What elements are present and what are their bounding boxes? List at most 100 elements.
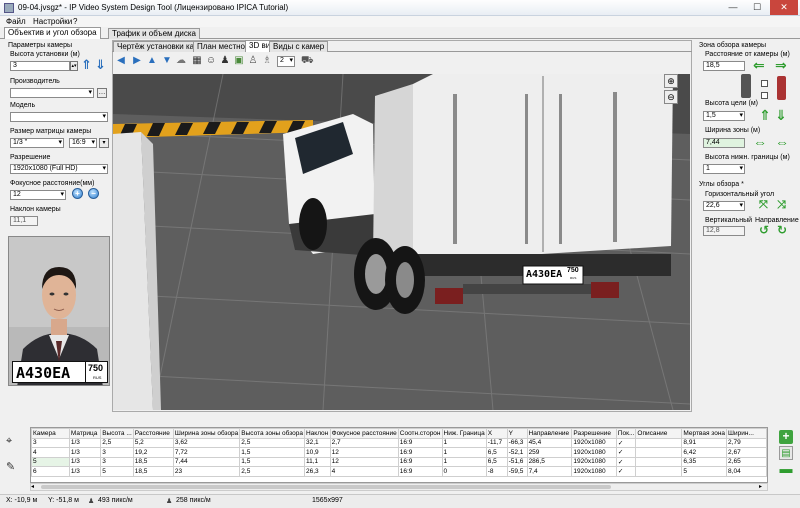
table-cell[interactable]: ✓ — [615, 456, 637, 467]
edit-pen-icon[interactable]: ✎ — [6, 460, 22, 474]
table-cell[interactable]: 1/3 — [68, 437, 102, 448]
table-cell[interactable]: 1920x1080 — [571, 437, 617, 448]
table-cell[interactable]: 11,1 — [303, 456, 331, 467]
tilt-down-icon[interactable]: ▼ — [161, 55, 173, 67]
table-cell[interactable]: 2,67 — [726, 447, 767, 458]
checkbox-1[interactable] — [761, 80, 768, 87]
table-cell[interactable]: 2,5 — [100, 437, 134, 448]
height-down-icon[interactable]: ⇓ — [95, 58, 106, 71]
table-cell[interactable]: 1920x1080 — [571, 456, 617, 467]
remove-camera-icon[interactable]: ▬ — [779, 462, 793, 476]
camera-cell[interactable]: 4 — [31, 447, 70, 458]
rotate-ccw-icon[interactable]: ↺ — [759, 224, 769, 236]
table-cell[interactable]: -11,7 — [485, 437, 508, 448]
table-cell[interactable]: 5 — [100, 466, 134, 477]
scroll-left-icon[interactable]: ◂ — [31, 484, 39, 490]
column-header[interactable]: Ширин... — [726, 428, 767, 439]
table-cell[interactable]: -8 — [485, 466, 508, 477]
table-cell[interactable]: ✓ — [615, 447, 637, 458]
menu-settings[interactable]: Настройки — [33, 17, 72, 26]
table-cell[interactable]: 286,5 — [526, 456, 573, 467]
grid-icon[interactable]: ▦ — [191, 55, 203, 67]
table-row[interactable]: 4 1/3 3 19,2 7,72 1,5 10,9 12 16:9 1 6,5 -52,1 259 19… — [31, 447, 767, 458]
target-down-icon[interactable]: ⇓ — [775, 108, 787, 122]
cloud-icon[interactable]: ☁ — [175, 55, 187, 67]
resolution-select[interactable]: 1920x1080 (Full HD) — [10, 164, 108, 174]
table-cell[interactable]: ✓ — [615, 437, 637, 448]
table-cell[interactable]: 3 — [100, 456, 134, 467]
table-cell[interactable]: 16:9 — [397, 466, 443, 477]
table-cell[interactable]: 2,65 — [726, 456, 767, 467]
table-cell[interactable]: 0 — [441, 466, 487, 477]
table-cell[interactable]: -52,1 — [506, 447, 528, 458]
table-cell[interactable]: 16:9 — [397, 437, 443, 448]
table-cell[interactable] — [635, 466, 683, 477]
scroll-thumb[interactable] — [41, 485, 611, 489]
manufacturer-select[interactable] — [10, 88, 94, 98]
3d-scene[interactable]: А430ЕА 750 RUS ⊕ ⊖ — [113, 74, 690, 410]
height-up-icon[interactable]: ⇑ — [81, 58, 92, 71]
table-cell[interactable]: 8,91 — [681, 437, 728, 448]
table-cell[interactable]: 1/3 — [68, 447, 102, 458]
column-header[interactable]: Камера — [31, 428, 70, 439]
lower-bound-select[interactable]: 1 — [703, 164, 745, 174]
menu-file[interactable]: Файл — [6, 17, 26, 26]
table-cell[interactable]: 1/3 — [68, 456, 102, 467]
table-cell[interactable]: 1 — [441, 456, 487, 467]
table-cell[interactable]: ✓ — [615, 466, 637, 477]
table-row[interactable]: 6 1/3 5 18,5 23 2,5 26,3 4 16:9 0 -8 -59,5 7,4 1920x1… — [31, 466, 767, 477]
table-cell[interactable]: 2,7 — [329, 437, 399, 448]
table-cell[interactable]: 23 — [172, 466, 241, 477]
aspect-spinner[interactable]: ▾ — [99, 138, 109, 148]
rotate-left-icon[interactable]: ◀ — [115, 55, 127, 67]
column-header[interactable]: Мертвая зона — [681, 428, 728, 439]
column-header[interactable]: X — [485, 428, 508, 439]
figure-alt-icon[interactable]: ♗ — [261, 55, 273, 67]
maximize-button[interactable]: ☐ — [746, 0, 768, 15]
manufacturer-browse-button[interactable]: … — [97, 88, 107, 98]
table-cell[interactable]: 5,2 — [132, 437, 174, 448]
checkbox-2[interactable] — [761, 92, 768, 99]
column-header[interactable]: Пок... — [615, 428, 637, 439]
table-cell[interactable]: 18,5 — [132, 456, 174, 467]
height-spinner[interactable]: ▴▾ — [70, 61, 78, 71]
table-row[interactable]: 3 1/3 2,5 5,2 3,62 2,5 32,1 2,7 16:9 1 -11,7 -66,3 4… — [31, 437, 767, 448]
table-cell[interactable]: 259 — [526, 447, 573, 458]
distance-input[interactable]: 18,5 — [703, 61, 745, 71]
column-header[interactable]: Направление — [526, 428, 573, 439]
table-cell[interactable]: 26,3 — [303, 466, 331, 477]
focal-minus-icon[interactable]: − — [88, 188, 99, 199]
rotate-right-icon[interactable]: ▶ — [131, 55, 143, 67]
table-cell[interactable] — [635, 437, 683, 448]
table-cell[interactable]: 5 — [681, 466, 728, 477]
horiz-angle-select[interactable]: 22,6 — [703, 201, 745, 211]
close-button[interactable]: ✕ — [770, 0, 798, 15]
horizontal-scrollbar[interactable]: ◂ ▸ — [30, 483, 768, 491]
height-input[interactable]: 3 — [10, 61, 70, 71]
table-cell[interactable]: 10,9 — [303, 447, 331, 458]
table-cell[interactable]: 1,5 — [239, 447, 305, 458]
camera-cell[interactable]: 6 — [31, 466, 70, 477]
view-count-select[interactable]: 2 — [277, 56, 295, 67]
table-cell[interactable]: 4 — [329, 466, 399, 477]
table-cell[interactable]: 2,5 — [239, 466, 305, 477]
distance-left-icon[interactable]: ⇐ — [753, 58, 765, 72]
aspect-select[interactable]: 16:9 — [69, 138, 97, 148]
column-header[interactable]: Описание — [635, 428, 683, 439]
column-header[interactable]: Высота зоны обзора — [239, 428, 305, 439]
zone-width-input[interactable]: 7,44 — [703, 138, 745, 148]
camera-view-icon[interactable]: ▣ — [233, 55, 245, 67]
figure-icon[interactable]: ♙ — [247, 55, 259, 67]
table-cell[interactable]: 1 — [441, 437, 487, 448]
column-header[interactable]: Ниж. Граница — [441, 428, 487, 439]
table-cell[interactable]: 12 — [329, 456, 399, 467]
table-cell[interactable]: 7,44 — [172, 456, 241, 467]
column-header[interactable]: Матрица — [68, 428, 102, 439]
table-cell[interactable]: 6,35 — [681, 456, 728, 467]
column-header[interactable]: Ширина зоны обзора — [172, 428, 241, 439]
zoom-in-icon[interactable]: ⊕ — [664, 74, 678, 88]
table-cell[interactable] — [635, 456, 683, 467]
column-header[interactable]: Наклон — [303, 428, 331, 439]
table-row[interactable]: 5 1/3 3 18,5 7,44 1,5 11,1 12 16:9 1 6,5 -51,6 286,5… — [31, 456, 767, 467]
zoom-out-icon[interactable]: ⊖ — [664, 90, 678, 104]
